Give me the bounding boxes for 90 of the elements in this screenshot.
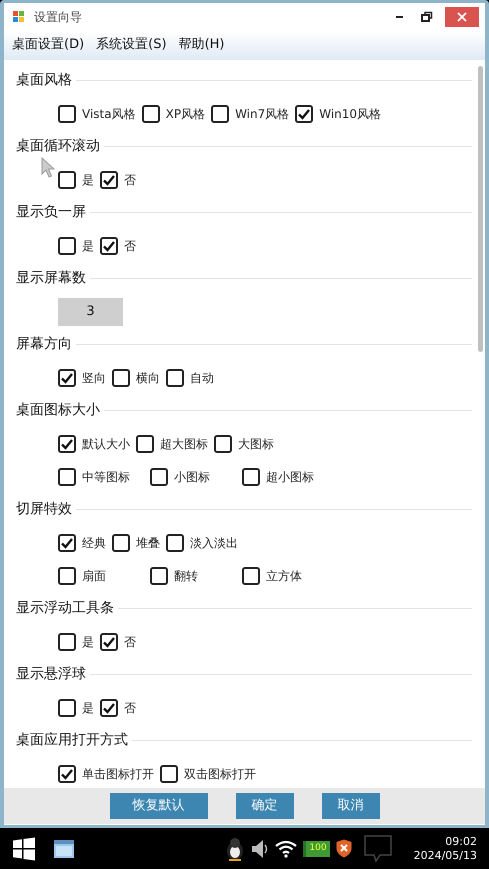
section-title: 显示悬浮球 <box>16 665 86 684</box>
checkbox[interactable] <box>58 104 76 122</box>
option-label: 是 <box>82 700 94 716</box>
option-label: 超大图标 <box>160 436 208 452</box>
dialog-button[interactable]: 恢复默认 <box>110 793 208 819</box>
section-title: 桌面应用打开方式 <box>16 731 128 750</box>
checkbox[interactable] <box>150 566 168 584</box>
shield-icon[interactable] <box>336 839 352 858</box>
option-label: 默认大小 <box>82 436 130 452</box>
checkbox[interactable] <box>100 698 118 716</box>
section-title: 显示浮动工具条 <box>16 599 114 618</box>
checkbox[interactable] <box>214 434 232 452</box>
option-label: 否 <box>124 700 136 716</box>
option-label: 大图标 <box>238 436 274 452</box>
option-label: 是 <box>82 172 94 188</box>
dialog-button[interactable]: 取消 <box>322 793 380 819</box>
checkbox[interactable] <box>58 236 76 254</box>
section-title: 桌面风格 <box>16 71 72 90</box>
option-label: 否 <box>124 238 136 254</box>
section-title: 桌面图标大小 <box>16 401 100 420</box>
checkbox[interactable] <box>150 468 168 486</box>
option-label: 否 <box>124 172 136 188</box>
option-label: 是 <box>82 634 94 650</box>
section-title: 显示屏幕数 <box>16 269 86 288</box>
checkbox[interactable] <box>58 534 76 552</box>
option-label: 立方体 <box>266 568 302 584</box>
checkbox[interactable] <box>100 632 118 650</box>
option-label: XP风格 <box>166 106 206 122</box>
option-label: 扇面 <box>82 568 107 584</box>
app-window-icon[interactable] <box>54 840 74 858</box>
speaker-icon[interactable] <box>251 838 270 858</box>
penguin-icon[interactable] <box>225 836 246 860</box>
windows-logo-icon[interactable] <box>12 836 36 860</box>
option-label: 超小图标 <box>266 468 314 486</box>
option-label: 经典 <box>82 534 106 552</box>
option-label: 横向 <box>136 370 160 386</box>
section-title: 切屏特效 <box>16 500 72 519</box>
checkbox[interactable] <box>100 236 118 254</box>
checkbox[interactable] <box>136 434 154 452</box>
checkbox[interactable] <box>100 170 118 188</box>
checkbox[interactable] <box>242 566 260 584</box>
wifi-icon[interactable] <box>275 840 298 858</box>
menu-item[interactable]: 系统设置(S) <box>96 35 167 55</box>
close-icon <box>457 12 467 22</box>
checkbox[interactable] <box>142 104 160 122</box>
option-label: 淡入淡出 <box>190 534 238 552</box>
section-title: 显示负一屏 <box>16 203 86 222</box>
checkbox[interactable] <box>58 468 76 486</box>
checkbox[interactable] <box>160 764 178 782</box>
clock-date: 2024/05/13 <box>414 848 477 862</box>
option-label: 竖向 <box>82 370 106 386</box>
option-label: Win10风格 <box>319 106 382 122</box>
section-title: 屏幕方向 <box>16 335 72 354</box>
checkbox[interactable] <box>58 566 76 584</box>
checkbox[interactable] <box>112 534 130 552</box>
option-label: 单击图标打开 <box>82 766 154 782</box>
option-label: 双击图标打开 <box>184 766 256 782</box>
option-label: 是 <box>82 238 94 254</box>
close-button[interactable] <box>445 6 479 26</box>
checkbox[interactable] <box>112 368 130 386</box>
option-label: 小图标 <box>174 468 211 486</box>
mouse-cursor-icon <box>41 157 55 179</box>
option-label: 自动 <box>190 370 214 386</box>
restore-button[interactable] <box>421 10 433 22</box>
option-label: Vista风格 <box>82 106 136 122</box>
checkbox[interactable] <box>58 698 76 716</box>
option-label: 中等图标 <box>82 468 131 486</box>
checkbox[interactable] <box>211 104 230 122</box>
menu-item[interactable]: 帮助(H) <box>178 35 224 55</box>
option-label: Win7风格 <box>235 106 290 122</box>
option-label: 否 <box>124 634 136 650</box>
app-logo-icon <box>12 10 26 24</box>
menu-item[interactable]: 桌面设置(D) <box>12 35 84 55</box>
checkbox[interactable] <box>242 468 260 486</box>
option-label: 翻转 <box>174 568 199 584</box>
option-label: 堆叠 <box>136 534 160 552</box>
checkbox[interactable] <box>58 170 76 188</box>
number-field[interactable]: 3 <box>58 298 123 326</box>
checkbox[interactable] <box>58 632 76 650</box>
dialog-button[interactable]: 确定 <box>236 793 294 819</box>
checkbox[interactable] <box>58 368 76 386</box>
checkbox[interactable] <box>166 534 184 552</box>
clock-time: 09:02 <box>445 834 477 848</box>
checkbox[interactable] <box>295 104 314 122</box>
window-title: 设置向导 <box>34 8 82 26</box>
section-title: 桌面循环滚动 <box>16 137 100 156</box>
checkbox[interactable] <box>166 368 184 386</box>
checkbox[interactable] <box>58 434 76 452</box>
checkbox[interactable] <box>58 764 76 782</box>
scrollbar-thumb[interactable] <box>478 66 483 352</box>
